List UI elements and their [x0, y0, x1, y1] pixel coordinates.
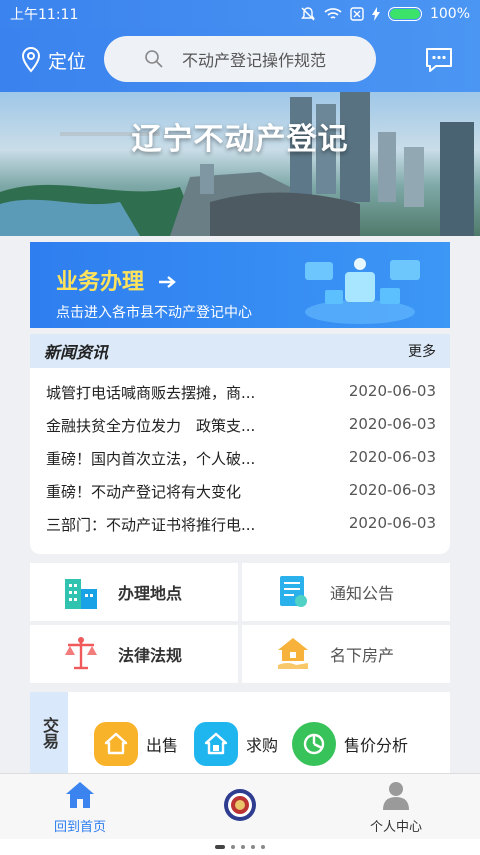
- house-hand-icon: [274, 635, 312, 673]
- tab-profile[interactable]: 个人中心: [370, 780, 422, 835]
- news-item[interactable]: 金融扶贫全方位发力 政策支... 2020-06-03: [46, 415, 436, 439]
- properties-label: 名下房产: [330, 646, 395, 665]
- buy-button[interactable]: 求购: [194, 722, 278, 766]
- bottom-tab-bar: 回到首页 个人中心: [0, 773, 480, 839]
- business-subtitle: 点击进入各市县不动产登记中心: [56, 305, 252, 321]
- location-label: 定位: [48, 50, 87, 73]
- notice-document-icon: [274, 573, 312, 611]
- business-title: 业务办理: [56, 270, 145, 295]
- banner-image[interactable]: 辽宁不动产登记: [0, 92, 480, 236]
- news-item-title: 三部门：不动产证书将推行电...: [46, 516, 256, 534]
- location-button[interactable]: 定位: [20, 46, 86, 74]
- pie-chart-icon: [292, 722, 336, 766]
- home-buy-icon: [194, 722, 238, 766]
- properties-button[interactable]: 名下房产: [242, 625, 450, 683]
- news-item-date: 2020-06-03: [348, 382, 436, 400]
- news-panel: 新闻资讯 更多 城管打电话喊商贩去摆摊，商... 2020-06-03 金融扶贫全…: [30, 334, 450, 554]
- news-item-title: 金融扶贫全方位发力 政策支...: [46, 417, 256, 435]
- tab-emblem[interactable]: [223, 788, 257, 822]
- news-item-title: 城管打电话喊商贩去摆摊，商...: [46, 384, 256, 402]
- home-sell-icon: [94, 722, 138, 766]
- news-item[interactable]: 重磅！不动产登记将有大变化 2020-06-03: [46, 481, 436, 505]
- news-item-title: 重磅！不动产登记将有大变化: [46, 483, 242, 501]
- news-item-date: 2020-06-03: [348, 514, 436, 532]
- page-indicator: [0, 839, 480, 855]
- emblem-logo-icon: [224, 789, 256, 821]
- data-dashboard-illustration: [305, 258, 420, 324]
- tab-profile-label: 个人中心: [370, 820, 423, 835]
- page-dot: [241, 845, 245, 849]
- news-more-link[interactable]: 更多: [408, 341, 436, 361]
- trade-label: 交易: [30, 692, 68, 774]
- battery-level: 100%: [429, 6, 470, 22]
- mute-icon: [301, 7, 315, 21]
- home-icon: [66, 782, 94, 808]
- page-dot: [231, 845, 235, 849]
- news-item[interactable]: 城管打电话喊商贩去摆摊，商... 2020-06-03: [46, 382, 436, 406]
- scales-icon: [62, 635, 100, 673]
- arrow-right-icon: [158, 276, 176, 288]
- news-item[interactable]: 重磅！国内首次立法，个人破... 2020-06-03: [46, 448, 436, 472]
- laws-button[interactable]: 法律法规: [30, 625, 238, 683]
- user-icon: [383, 782, 409, 810]
- buy-label: 求购: [246, 736, 279, 755]
- banner-title: 辽宁不动产登记: [131, 122, 349, 157]
- locations-label: 办理地点: [118, 584, 183, 603]
- news-item-date: 2020-06-03: [348, 448, 436, 466]
- business-card[interactable]: 业务办理 点击进入各市县不动产登记中心: [30, 242, 450, 328]
- tab-home[interactable]: 回到首页: [54, 780, 106, 835]
- laws-label: 法律法规: [118, 646, 183, 665]
- news-header: 新闻资讯 更多: [30, 334, 450, 368]
- price-analysis-button[interactable]: 售价分析: [292, 722, 408, 766]
- tab-home-label: 回到首页: [54, 820, 107, 835]
- status-bar: 上午11:11 100%: [0, 0, 480, 28]
- news-item-date: 2020-06-03: [348, 481, 436, 499]
- page-dot: [251, 845, 255, 849]
- notices-button[interactable]: 通知公告: [242, 563, 450, 621]
- page-dot: [261, 845, 265, 849]
- sell-button[interactable]: 出售: [94, 722, 178, 766]
- header: 定位 不动产登记操作规范: [0, 28, 480, 92]
- wifi-icon: [324, 8, 342, 19]
- search-icon: [145, 50, 163, 68]
- business-title-row: 业务办理: [56, 264, 178, 296]
- building-icon: [62, 573, 100, 611]
- locations-button[interactable]: 办理地点: [30, 563, 238, 621]
- sell-label: 出售: [146, 736, 179, 755]
- news-item-date: 2020-06-03: [348, 415, 436, 433]
- charging-icon: [371, 7, 380, 21]
- search-bar[interactable]: 不动产登记操作规范: [104, 36, 376, 82]
- price-analysis-label: 售价分析: [344, 736, 409, 755]
- status-time: 上午11:11: [10, 7, 79, 23]
- notices-label: 通知公告: [330, 584, 395, 603]
- location-pin-icon: [21, 46, 41, 73]
- news-item-title: 重磅！国内首次立法，个人破...: [46, 450, 256, 468]
- no-sim-icon: [350, 7, 364, 21]
- news-title: 新闻资讯: [44, 343, 109, 362]
- trade-panel: 交易 出售 求购 售价分析: [30, 692, 450, 774]
- message-icon[interactable]: [424, 46, 454, 74]
- search-placeholder: 不动产登记操作规范: [182, 51, 327, 70]
- news-item[interactable]: 三部门：不动产证书将推行电... 2020-06-03: [46, 514, 436, 538]
- battery-icon: [387, 7, 422, 21]
- page-dot: [215, 845, 225, 849]
